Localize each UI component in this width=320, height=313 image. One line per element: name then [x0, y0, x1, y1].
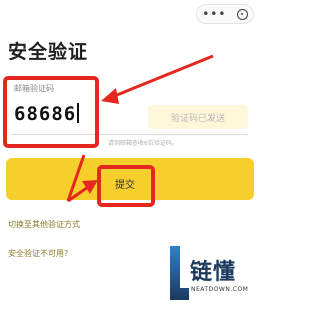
watermark-url: NEATDOWN.COM — [191, 286, 249, 293]
watermark: 链懂 NEATDOWN.COM — [168, 244, 262, 313]
watermark-name: 链懂 — [190, 260, 237, 285]
watermark-logo-icon — [170, 246, 189, 300]
arrow-to-input-head — [101, 88, 119, 104]
arrow-to-submit-head — [82, 180, 98, 194]
arrow-to-input — [111, 54, 214, 99]
